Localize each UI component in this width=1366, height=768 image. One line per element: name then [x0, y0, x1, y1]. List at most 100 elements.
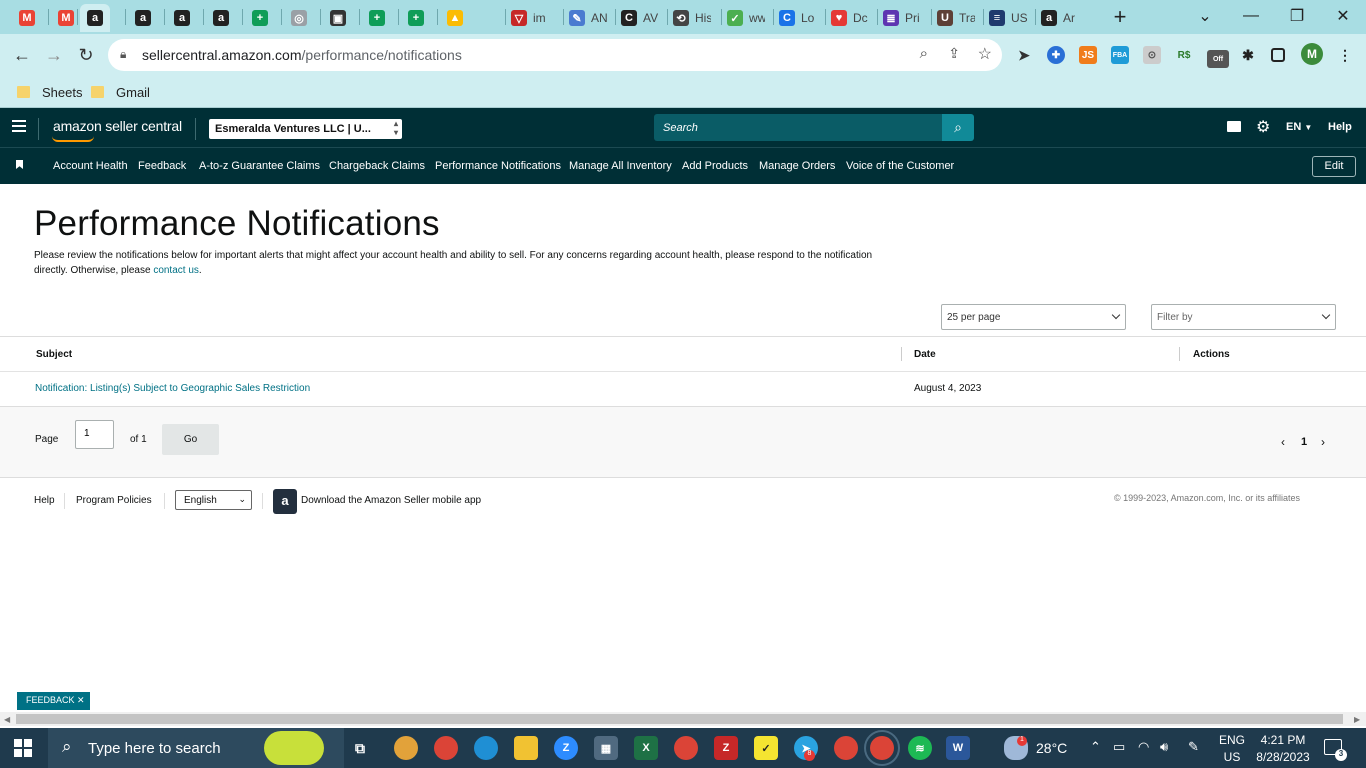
- browser-tab[interactable]: ⟲ His: [670, 4, 714, 32]
- profile-avatar[interactable]: M: [1301, 43, 1323, 65]
- bookmark-icon[interactable]: [16, 160, 23, 169]
- extension-icon[interactable]: ⊙: [1143, 46, 1161, 64]
- new-tab-button[interactable]: +: [1108, 4, 1132, 30]
- language-dropdown[interactable]: English ⌄: [175, 490, 252, 510]
- chrome-active-icon[interactable]: [864, 730, 900, 766]
- scrollbar-thumb[interactable]: [16, 714, 1343, 724]
- share-icon[interactable]: ⇪: [948, 45, 960, 62]
- tab-search-icon[interactable]: ⌄: [1182, 0, 1228, 32]
- excel-icon[interactable]: X: [634, 736, 658, 760]
- arrow-extension-icon[interactable]: ➤: [1015, 46, 1033, 64]
- chrome-profile-icon[interactable]: [834, 736, 858, 760]
- task-view-icon[interactable]: ⧉: [348, 736, 372, 760]
- nav-item-chargeback-claims[interactable]: Chargeback Claims: [329, 160, 425, 172]
- browser-tab[interactable]: +: [245, 4, 275, 32]
- pen-icon[interactable]: ✎: [1188, 739, 1199, 755]
- extension-icon[interactable]: ✚: [1047, 46, 1065, 64]
- browser-tab[interactable]: +: [401, 4, 431, 32]
- seller-central-logo[interactable]: amazon seller central: [53, 118, 182, 134]
- extensions-puzzle-icon[interactable]: ✱: [1239, 46, 1257, 64]
- filter-select[interactable]: Filter by: [1151, 304, 1336, 330]
- js-extension-icon[interactable]: JS: [1079, 46, 1097, 64]
- browser-tab[interactable]: ♥ Dc: [828, 4, 872, 32]
- reload-icon[interactable]: ↻: [71, 40, 101, 70]
- feedback-button[interactable]: FEEDBACK ✕: [17, 692, 90, 710]
- bookmark-gmail[interactable]: Gmail: [91, 82, 150, 102]
- close-icon[interactable]: ✕: [77, 695, 85, 705]
- browser-tab[interactable]: ≡ US: [986, 4, 1030, 32]
- browser-tab[interactable]: a Ar: [1038, 4, 1082, 32]
- account-switcher[interactable]: Esmeralda Ventures LLC | U... ▴ ▾: [209, 119, 402, 139]
- browser-tab[interactable]: U Tra: [934, 4, 978, 32]
- amazon-app-icon[interactable]: a: [273, 489, 297, 514]
- back-icon[interactable]: ←: [7, 40, 37, 70]
- help-link[interactable]: Help: [1328, 121, 1352, 133]
- hamburger-menu-icon[interactable]: [12, 120, 26, 132]
- fba-extension-icon[interactable]: FBA: [1111, 46, 1129, 64]
- nav-item-feedback[interactable]: Feedback: [138, 160, 186, 172]
- forward-icon[interactable]: →: [39, 40, 69, 70]
- bookmark-star-icon[interactable]: ☆: [978, 44, 992, 64]
- menu-kebab-icon[interactable]: ⋮: [1336, 46, 1354, 64]
- sticky-notes-icon[interactable]: ✓: [754, 736, 778, 760]
- rs-extension-icon[interactable]: R$: [1175, 46, 1193, 64]
- windows-start-icon[interactable]: [14, 739, 32, 757]
- input-language[interactable]: ENG US: [1219, 732, 1245, 766]
- browser-tab[interactable]: ▲: [440, 4, 470, 32]
- browser-tab[interactable]: ✓ ww: [724, 4, 768, 32]
- word-icon[interactable]: W: [946, 736, 970, 760]
- browser-tab[interactable]: a: [206, 4, 236, 32]
- restore-icon[interactable]: ❐: [1274, 0, 1320, 32]
- notification-subject-link[interactable]: Notification: Listing(s) Subject to Geog…: [35, 383, 310, 394]
- app-icon[interactable]: [394, 736, 418, 760]
- calculator-icon[interactable]: ▦: [594, 736, 618, 760]
- nav-item-manage-orders[interactable]: Manage Orders: [759, 160, 835, 172]
- scroll-left-icon[interactable]: ◀: [4, 715, 10, 724]
- browser-tab[interactable]: ▽ im: [508, 4, 552, 32]
- volume-icon[interactable]: 🔊︎: [1160, 739, 1168, 755]
- contact-us-link[interactable]: contact us: [153, 265, 199, 276]
- current-page[interactable]: 1: [1301, 436, 1307, 448]
- nav-item-voice-of-the-customer[interactable]: Voice of the Customer: [846, 160, 954, 172]
- seller-search-input[interactable]: Search: [654, 114, 942, 141]
- footer-help-link[interactable]: Help: [34, 495, 55, 506]
- nav-item-performance-notifications[interactable]: Performance Notifications: [435, 160, 561, 172]
- file-explorer-icon[interactable]: [514, 736, 538, 760]
- zoom-icon[interactable]: ⌕: [920, 45, 928, 62]
- browser-tab[interactable]: ≣ Pri: [880, 4, 924, 32]
- per-page-select[interactable]: 25 per page: [941, 304, 1126, 330]
- browser-tab[interactable]: C Lo: [776, 4, 820, 32]
- next-page-icon[interactable]: ›: [1321, 435, 1325, 449]
- column-header-date[interactable]: Date: [914, 349, 936, 360]
- chrome-icon[interactable]: [434, 736, 458, 760]
- off-extension-icon[interactable]: Off: [1207, 50, 1229, 68]
- column-header-subject[interactable]: Subject: [36, 349, 72, 360]
- page-number-input[interactable]: 1: [75, 420, 114, 449]
- go-button[interactable]: Go: [162, 424, 219, 455]
- bookmark-sheets[interactable]: Sheets: [17, 82, 82, 102]
- chevron-up-icon[interactable]: ⌃: [1090, 739, 1101, 755]
- language-selector[interactable]: EN ▼: [1286, 121, 1312, 133]
- horizontal-scrollbar[interactable]: ◀ ▶: [0, 712, 1366, 726]
- scroll-right-icon[interactable]: ▶: [1354, 715, 1360, 724]
- close-window-icon[interactable]: ✕: [1320, 0, 1366, 32]
- edge-icon[interactable]: [474, 736, 498, 760]
- browser-tab[interactable]: ✎ AN: [566, 4, 610, 32]
- chrome-profile-icon[interactable]: [674, 736, 698, 760]
- battery-icon[interactable]: ▭: [1113, 739, 1125, 755]
- search-button[interactable]: ⌕: [942, 114, 974, 141]
- weather-temp[interactable]: 28°C: [1036, 740, 1067, 756]
- browser-tab[interactable]: C AV: [618, 4, 662, 32]
- zoom-app-icon[interactable]: Z: [554, 736, 578, 760]
- nav-item-account-health[interactable]: Account Health: [53, 160, 128, 172]
- address-bar[interactable]: 🔒︎ sellercentral.amazon.com/performance/…: [108, 39, 1002, 71]
- nav-item-add-products[interactable]: Add Products: [682, 160, 748, 172]
- wifi-icon[interactable]: ◠: [1138, 739, 1149, 755]
- download-app-link[interactable]: Download the Amazon Seller mobile app: [301, 495, 481, 506]
- program-policies-link[interactable]: Program Policies: [76, 495, 152, 506]
- browser-tab[interactable]: +: [362, 4, 392, 32]
- prev-page-icon[interactable]: ‹: [1281, 435, 1285, 449]
- browser-tab[interactable]: ◎: [284, 4, 314, 32]
- browser-tab[interactable]: a: [80, 4, 110, 32]
- browser-tab[interactable]: M: [12, 4, 42, 32]
